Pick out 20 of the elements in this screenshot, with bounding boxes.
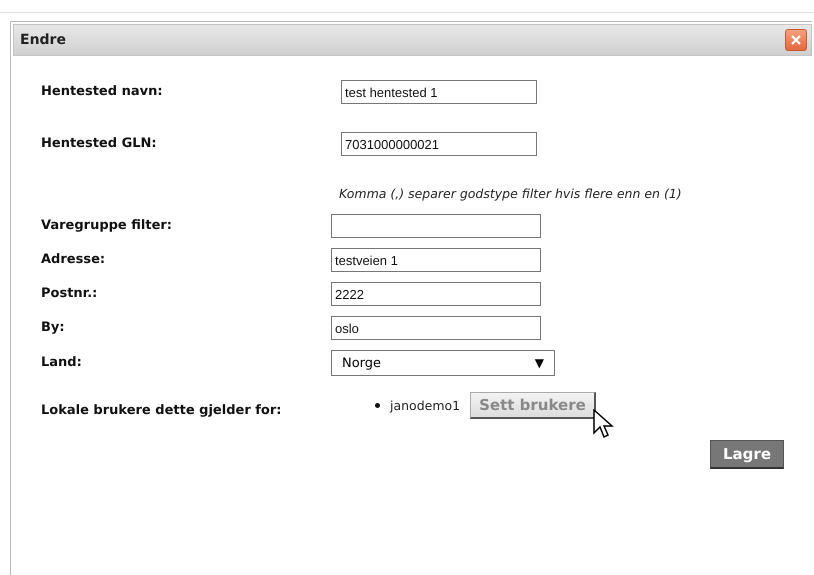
text-field[interactable] xyxy=(331,214,541,238)
field-label: Lokale brukere dette gjelder for: xyxy=(41,402,282,420)
user-name: janodemo1 xyxy=(390,398,460,412)
text-field[interactable]: test hentested 1 xyxy=(341,80,537,104)
bullet-icon xyxy=(375,402,380,408)
country-dropdown[interactable]: Norge ▼ xyxy=(331,350,555,376)
text-field[interactable]: 2222 xyxy=(331,282,541,306)
close-button[interactable] xyxy=(785,29,807,51)
text-field[interactable]: oslo xyxy=(331,316,541,340)
cursor-icon xyxy=(592,408,616,438)
dialog-title: Endre xyxy=(20,32,66,48)
text-field[interactable]: testveien 1 xyxy=(331,248,541,272)
field-label: Hentested navn: xyxy=(41,83,164,101)
text-field[interactable]: 7031000000021 xyxy=(341,132,537,156)
hint-text: Komma (,) separer godstype filter hvis flere enn en (1) xyxy=(339,185,683,203)
field-label: Hentested GLN: xyxy=(41,135,158,153)
close-icon xyxy=(790,34,802,46)
save-button[interactable]: Lagre xyxy=(710,440,784,469)
field-label: Land: xyxy=(41,354,83,372)
field-label: Varegruppe filter: xyxy=(41,217,174,235)
